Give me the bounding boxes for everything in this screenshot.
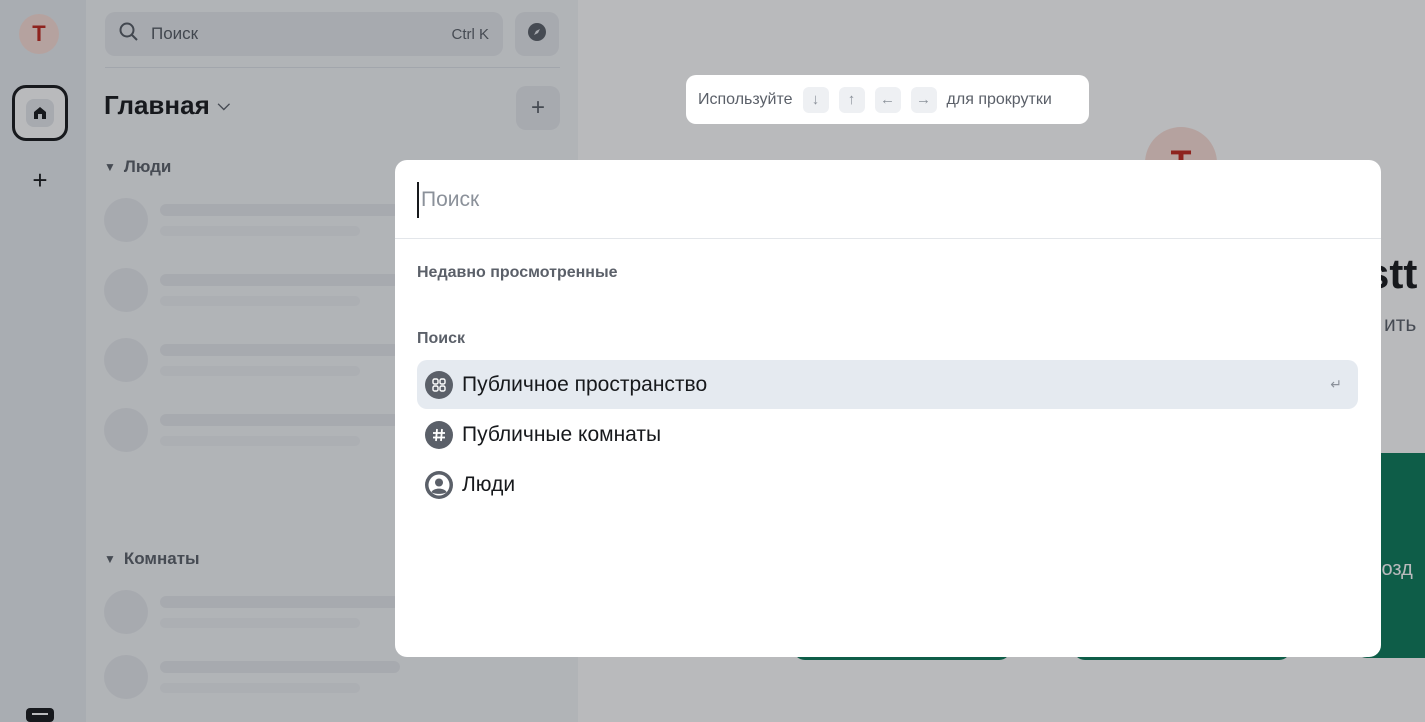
option-label: Публичное пространство [462,372,708,396]
search-input-wrapper [395,160,1381,239]
arrow-right-key: → [910,86,937,113]
search-input[interactable] [417,182,1317,218]
hint-suffix: для прокрутки [946,90,1052,108]
option-label: Люди [462,472,516,496]
user-icon [425,470,453,499]
arrow-down-key: ↓ [802,86,829,113]
spaces-icon [425,370,453,399]
enter-key-icon: ↵ [1330,376,1342,392]
arrow-up-key: ↑ [838,86,865,113]
spotlight-dialog: Недавно просмотренные Поиск Публичное пр… [395,160,1381,657]
hash-icon [425,420,453,449]
option-label: Публичные комнаты [462,422,662,446]
search-header: Поиск [417,330,466,347]
option-people[interactable]: Люди [417,460,1358,509]
navigation-hint: Используйте ↓ ↑ ← → для прокрутки [686,75,1089,124]
hint-prefix: Используйте [698,90,793,108]
option-public-rooms[interactable]: Публичные комнаты [417,410,1358,459]
arrow-left-key: ← [874,86,901,113]
option-public-space[interactable]: Публичное пространство ↵ [417,360,1358,409]
recent-header: Недавно просмотренные [417,264,618,281]
